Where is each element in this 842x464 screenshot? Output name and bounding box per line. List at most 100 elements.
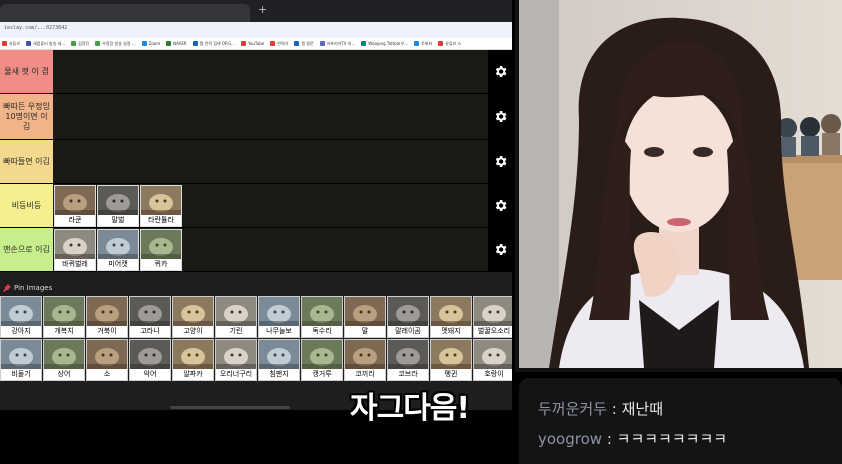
bookmark-favicon-icon — [319, 41, 325, 46]
tier-settings-button[interactable] — [488, 184, 512, 227]
bookmark-item[interactable]: 랭 질문 — [294, 41, 314, 47]
address-bar[interactable]: ieslay.com/...0273842 — [0, 22, 512, 38]
bookmark-item[interactable]: 새컴퓨터 방송 세... — [26, 41, 65, 47]
bookmark-favicon-icon — [26, 41, 32, 46]
bookmark-item[interactable]: Woojung Tattoo(우... — [361, 41, 408, 47]
chat-username[interactable]: yoogrow — [538, 430, 602, 448]
pin-images-title: Pin Images — [14, 284, 53, 292]
pin-image-card[interactable]: 코끼리 — [344, 339, 386, 381]
pin-image-card[interactable]: 말레이곰 — [387, 296, 429, 338]
tier-label[interactable]: 비등비등 — [0, 184, 53, 227]
tier-item-card[interactable]: 미어캣 — [97, 229, 139, 271]
pushpin-icon — [3, 284, 11, 292]
bookmark-item[interactable]: 아프리카TV 리... — [319, 41, 355, 47]
pin-image-label: 알파카 — [173, 369, 213, 380]
pin-image-card[interactable]: 악어 — [129, 339, 171, 381]
pin-image-card[interactable]: 거북이 — [86, 296, 128, 338]
pin-image-label: 상어 — [44, 369, 84, 380]
pin-image-card[interactable]: 개복치 — [43, 296, 85, 338]
tarantula-image — [141, 186, 181, 216]
pin-image-card[interactable]: 소 — [86, 339, 128, 381]
pin-image-label: 거북이 — [87, 326, 127, 337]
bookmark-label: YouTube — [248, 41, 265, 46]
bookmark-item[interactable]: 유튜브 — [2, 41, 20, 47]
pin-image-card[interactable]: 비둘기 — [0, 339, 42, 381]
tier-row: 물새 랫 이 겸 — [0, 50, 512, 94]
meerkat-image — [98, 230, 138, 260]
pin-image-label: 벌꿀오소리 — [474, 326, 512, 337]
bookmark-item[interactable]: 랭 전적 검색 OP.G... — [192, 41, 235, 47]
bookmark-favicon-icon — [294, 41, 300, 46]
animal-photo-image — [345, 297, 385, 327]
bookmark-label: 번역기 — [277, 40, 289, 46]
tier-items-dropzone[interactable] — [53, 50, 488, 93]
bookmark-label: 새컴퓨터 방송 세... — [33, 40, 66, 46]
bookmark-item[interactable]: YouTube — [241, 41, 264, 46]
tier-items-dropzone[interactable]: 바퀴벌레 미어캣 퀴카 — [53, 228, 488, 271]
pin-image-card[interactable]: 고양이 — [172, 296, 214, 338]
bookmark-favicon-icon — [192, 41, 198, 46]
pin-image-label: 캥거루 — [302, 369, 342, 380]
pin-image-label: 코끼리 — [345, 369, 385, 380]
bookmark-label: 검정진 — [78, 40, 90, 46]
browser-tab[interactable] — [0, 4, 250, 22]
bookmark-item[interactable]: 유튜브 스 — [438, 41, 461, 47]
bookmark-item[interactable]: 검정진 — [71, 41, 89, 47]
animal-photo-image — [130, 297, 170, 327]
new-tab-button[interactable]: + — [258, 3, 267, 16]
pin-image-card[interactable]: 멧돼지 — [430, 296, 472, 338]
pin-image-label: 고라니 — [130, 326, 170, 337]
tier-settings-button[interactable] — [488, 94, 512, 139]
chat-username[interactable]: 두꺼운커두 — [538, 400, 607, 418]
tier-item-label: 미어캣 — [98, 259, 138, 270]
bookmark-label: 유튜브 스 — [445, 40, 462, 46]
pin-image-card[interactable]: 나무늘보 — [258, 296, 300, 338]
animal-photo-image — [130, 340, 170, 370]
tier-items-dropzone[interactable] — [53, 140, 488, 183]
tier-label[interactable]: 빠따든 우정잉 10명이면 이김 — [0, 94, 53, 139]
tier-item-card[interactable]: 말벌 — [97, 185, 139, 227]
stream-subtitle: 자그다음! — [350, 391, 470, 426]
pin-image-card[interactable]: 독수리 — [301, 296, 343, 338]
tier-label[interactable]: 맨손으로 이김 — [0, 228, 53, 271]
pin-image-card[interactable]: 고라니 — [129, 296, 171, 338]
pin-image-card[interactable]: 알파카 — [172, 339, 214, 381]
gear-icon — [495, 111, 506, 122]
animal-photo-image — [474, 297, 512, 327]
tier-item-label: 라쿤 — [55, 215, 95, 226]
tier-item-card[interactable]: 바퀴벌레 — [54, 229, 96, 271]
bookmark-item[interactable]: 번역기 — [270, 41, 288, 47]
tier-items-dropzone[interactable]: 라쿤 말벌 타란튤라 — [53, 184, 488, 227]
cockroach-image — [55, 230, 95, 260]
tier-settings-button[interactable] — [488, 50, 512, 93]
tier-item-card[interactable]: 퀴카 — [140, 229, 182, 271]
pin-image-card[interactable]: 기린 — [215, 296, 257, 338]
pin-image-card[interactable]: 캥거루 — [301, 339, 343, 381]
pin-image-card[interactable]: 벌꿀오소리 — [473, 296, 512, 338]
tier-label[interactable]: 빠따들면 이김 — [0, 140, 53, 183]
pin-image-card[interactable]: 상어 — [43, 339, 85, 381]
bookmark-item[interactable]: NAVER — [166, 41, 187, 46]
tier-label[interactable]: 물새 랫 이 겸 — [0, 50, 53, 93]
bookmark-item[interactable]: 우정잉 방송 일정 ... — [95, 41, 136, 47]
bookmark-item[interactable]: Zoom — [141, 41, 160, 46]
pin-image-card[interactable]: 강아지 — [0, 296, 42, 338]
tier-settings-button[interactable] — [488, 140, 512, 183]
pin-image-card[interactable]: 오리너구리 — [215, 339, 257, 381]
streamer-camera-image — [519, 0, 842, 368]
pin-image-card[interactable]: 호랑이 — [473, 339, 512, 381]
raccoon-image — [55, 186, 95, 216]
pin-image-card[interactable]: 펭귄 — [430, 339, 472, 381]
pin-image-card[interactable]: 코브라 — [387, 339, 429, 381]
pin-image-card[interactable]: 침팬지 — [258, 339, 300, 381]
pin-image-card[interactable]: 말 — [344, 296, 386, 338]
pin-image-label: 개복치 — [44, 326, 84, 337]
tier-item-card[interactable]: 라쿤 — [54, 185, 96, 227]
tier-item-card[interactable]: 타란튤라 — [140, 185, 182, 227]
tier-items-dropzone[interactable] — [53, 94, 488, 139]
horizontal-scrollbar[interactable] — [170, 406, 290, 409]
tier-settings-button[interactable] — [488, 228, 512, 271]
bookmark-item[interactable]: 트위터 — [414, 41, 432, 47]
pin-image-label: 펭귄 — [431, 369, 471, 380]
pin-image-label: 침팬지 — [259, 369, 299, 380]
